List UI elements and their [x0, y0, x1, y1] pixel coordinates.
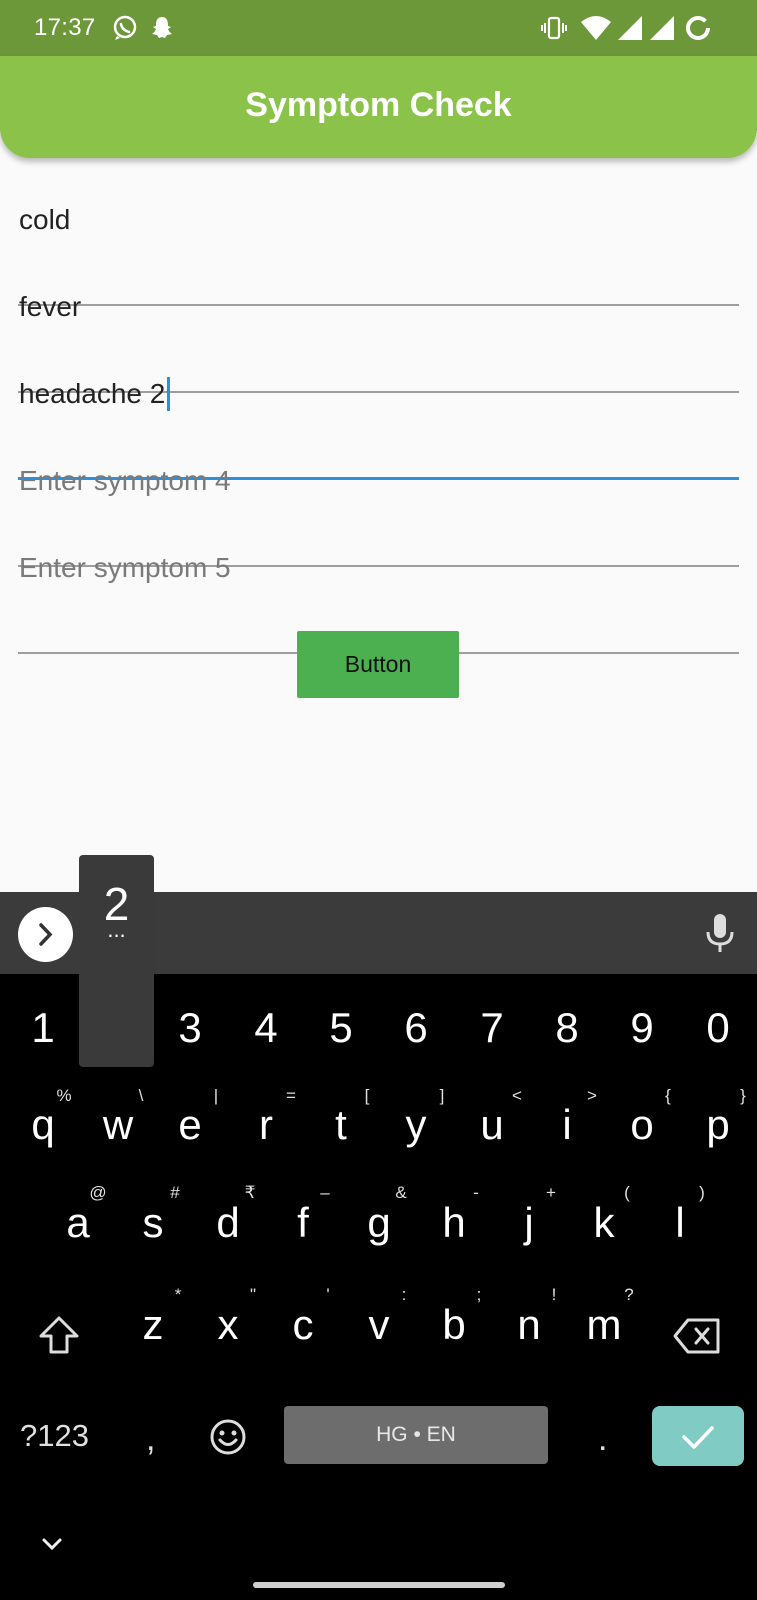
key-j[interactable]: j [499, 1198, 559, 1248]
key-u[interactable]: u [462, 1100, 522, 1150]
main-content: cold fever headache 2 Enter symptom 4 En… [0, 130, 757, 892]
hint-question: ? [624, 1285, 634, 1304]
key-p[interactable]: p [688, 1100, 748, 1150]
hint-open-brace: { [665, 1086, 671, 1105]
key-7[interactable]: 7 [462, 1003, 522, 1053]
key-g[interactable]: g [349, 1198, 409, 1248]
key-8[interactable]: 8 [537, 1003, 597, 1053]
symptom-field-1-value: cold [19, 204, 71, 235]
app-bar: Symptom Check [0, 56, 757, 158]
key-q[interactable]: q [13, 1100, 73, 1150]
key-e[interactable]: e [160, 1100, 220, 1150]
microphone-icon[interactable] [703, 912, 737, 954]
hint-asterisk: * [174, 1285, 182, 1304]
symptom-field-3-value: headache 2 [19, 378, 166, 409]
comma-key[interactable]: , [146, 1420, 155, 1459]
shift-icon[interactable] [36, 1314, 82, 1358]
snapchat-icon [152, 17, 172, 38]
key-s[interactable]: s [123, 1198, 183, 1248]
space-bar[interactable]: HG • EN [284, 1406, 548, 1464]
status-time: 17:37 [34, 14, 96, 41]
key-r[interactable]: r [236, 1100, 296, 1150]
hint-ampersand: & [395, 1183, 407, 1202]
hint-pipe: | [213, 1086, 219, 1105]
hint-colon: : [401, 1285, 407, 1304]
key-c[interactable]: c [273, 1300, 333, 1350]
key-l[interactable]: l [650, 1198, 710, 1248]
signal-icon-1 [618, 16, 642, 40]
key-4[interactable]: 4 [236, 1003, 296, 1053]
signal-icon-2 [650, 16, 674, 40]
symptom-field-2-value: fever [19, 291, 82, 322]
symptom-field-1[interactable]: cold [18, 204, 739, 306]
key-9[interactable]: 9 [612, 1003, 672, 1053]
key-preview-more: ... [107, 917, 126, 942]
hint-close-brace: } [740, 1086, 746, 1105]
hint-at: @ [89, 1183, 107, 1202]
hint-open-paren: ( [624, 1183, 630, 1202]
key-h[interactable]: h [424, 1198, 484, 1248]
hint-close-bracket: ] [439, 1086, 445, 1105]
checkmark-icon [682, 1426, 714, 1449]
key-y[interactable]: y [386, 1100, 446, 1150]
hint-en-dash: – [320, 1183, 330, 1202]
key-3[interactable]: 3 [160, 1003, 220, 1053]
done-button[interactable] [652, 1406, 744, 1466]
key-d[interactable]: d [198, 1198, 258, 1248]
key-6[interactable]: 6 [386, 1003, 446, 1053]
whatsapp-icon [113, 15, 137, 40]
hint-double-quote: " [249, 1285, 257, 1304]
symptom-field-5-placeholder: Enter symptom 5 [19, 552, 231, 583]
key-w[interactable]: w [88, 1100, 148, 1150]
key-5[interactable]: 5 [311, 1003, 371, 1053]
symbols-key[interactable]: ?123 [20, 1418, 89, 1454]
hint-backslash: \ [138, 1086, 144, 1105]
home-indicator[interactable] [253, 1582, 505, 1588]
hint-greater-than: > [587, 1086, 597, 1105]
key-preview-popup: 2 ... [79, 855, 154, 1067]
hint-less-than: < [512, 1086, 522, 1105]
key-n[interactable]: n [499, 1300, 559, 1350]
key-o[interactable]: o [612, 1100, 672, 1150]
period-key[interactable]: . [598, 1420, 607, 1459]
backspace-icon[interactable] [672, 1316, 722, 1356]
hint-close-paren: ) [699, 1183, 705, 1202]
symptom-field-4-placeholder: Enter symptom 4 [19, 465, 231, 496]
key-1[interactable]: 1 [13, 1003, 73, 1053]
hint-open-bracket: [ [364, 1086, 370, 1105]
key-v[interactable]: v [349, 1300, 409, 1350]
keyboard [0, 974, 757, 1600]
hint-exclamation: ! [551, 1285, 557, 1304]
symptom-field-3-content: headache 2 [19, 377, 171, 411]
hint-hyphen: - [473, 1183, 479, 1202]
hint-plus: + [546, 1183, 556, 1202]
hint-equals: = [286, 1086, 296, 1105]
wifi-icon [581, 16, 611, 40]
hint-hash: # [170, 1183, 180, 1202]
vibrate-icon [541, 16, 567, 40]
key-m[interactable]: m [574, 1300, 634, 1350]
key-t[interactable]: t [311, 1100, 371, 1150]
key-i[interactable]: i [537, 1100, 597, 1150]
key-k[interactable]: k [574, 1198, 634, 1248]
hint-single-quote: ' [326, 1285, 330, 1304]
emoji-icon[interactable] [209, 1418, 247, 1456]
hint-percent: % [56, 1086, 72, 1105]
key-z[interactable]: z [123, 1300, 183, 1350]
hide-keyboard-icon[interactable] [40, 1536, 64, 1552]
chevron-right-icon [39, 923, 53, 946]
battery-icon [686, 16, 710, 40]
key-0[interactable]: 0 [688, 1003, 748, 1053]
page-title: Symptom Check [245, 86, 512, 124]
hint-rupee: ₹ [244, 1183, 256, 1202]
key-x[interactable]: x [198, 1300, 258, 1350]
key-f[interactable]: f [273, 1198, 333, 1248]
expand-toolbar-button[interactable] [18, 907, 73, 962]
text-cursor [167, 377, 171, 411]
key-a[interactable]: a [48, 1198, 108, 1248]
status-bar: 17:37 [0, 0, 757, 56]
key-b[interactable]: b [424, 1300, 484, 1350]
submit-button[interactable]: Button [297, 631, 459, 698]
hint-semicolon: ; [476, 1285, 482, 1304]
